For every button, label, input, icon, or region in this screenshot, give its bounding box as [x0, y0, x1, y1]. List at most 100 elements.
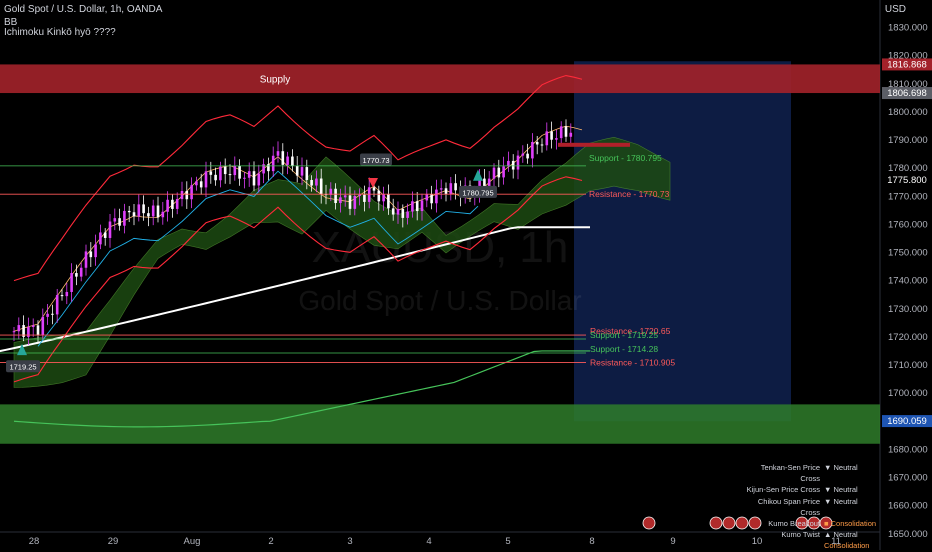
candle-body	[204, 171, 208, 188]
status-row: Kumo Twist ▲ Neutral	[740, 529, 882, 540]
y-tick-label: 1680.000	[888, 444, 928, 455]
y-tick-label: 1800.000	[888, 107, 928, 118]
candle-body	[243, 177, 246, 179]
candle-body	[271, 155, 275, 172]
candle-body	[502, 166, 505, 178]
candle-body	[315, 178, 318, 186]
candle-body	[147, 213, 150, 217]
candle-body	[343, 195, 347, 198]
price-tag-label: 1806.698	[887, 88, 927, 99]
candle-body	[123, 210, 126, 226]
status-key: Kumo Breakout	[768, 519, 820, 529]
support-level-label: Support - 1780.795	[589, 153, 662, 163]
y-tick-label: 1830.000	[888, 23, 928, 34]
candle-body	[391, 208, 395, 215]
candle-body	[46, 313, 49, 317]
y-tick-label: 1670.000	[888, 473, 928, 484]
candle-body	[103, 232, 107, 238]
candle-body	[257, 173, 261, 186]
candle-body	[497, 167, 501, 178]
candle-body	[17, 325, 21, 332]
candle-body	[276, 151, 280, 156]
x-tick-label: 5	[505, 536, 510, 547]
event-icon	[709, 516, 723, 530]
candle-body	[171, 199, 174, 209]
candle-body	[339, 197, 342, 204]
candle-body	[55, 295, 59, 315]
candle-body	[559, 126, 563, 139]
up-arrow-marker	[473, 169, 483, 181]
candle-body	[286, 156, 289, 165]
candle-body	[415, 201, 419, 212]
resistance-level-label: Resistance - 1770.73	[589, 189, 670, 199]
candle-body	[185, 191, 189, 200]
candle-body	[411, 201, 414, 212]
candle-body	[94, 244, 97, 258]
candle-body	[132, 212, 136, 217]
candle-body	[252, 171, 256, 186]
candle-body	[526, 153, 529, 159]
status-value: ▲ Neutral	[824, 530, 858, 540]
y-tick-label: 1780.000	[888, 163, 928, 174]
status-value: ▼ Neutral	[824, 496, 858, 506]
x-tick-label: 8	[589, 536, 594, 547]
candle-body	[175, 199, 179, 209]
ichimoku-indicator-label[interactable]: Ichimoku Kinkō hyō ????	[4, 27, 116, 38]
candle-body	[84, 251, 88, 268]
resistance-block	[558, 142, 630, 147]
x-tick-label: 3	[347, 536, 352, 547]
candle-body	[166, 199, 169, 212]
candle-body	[99, 232, 102, 245]
status-key: Kumo Twist	[781, 530, 820, 540]
x-tick-label: 4	[426, 536, 431, 547]
candle-body	[444, 188, 448, 195]
candle-body	[219, 166, 222, 181]
price-tag-label: 1690.059	[887, 416, 927, 427]
candle-body	[151, 205, 155, 217]
candle-body	[41, 316, 45, 336]
status-key: Kijun-Sen Price Cross	[746, 485, 820, 495]
candle-body	[439, 188, 443, 190]
candle-body	[435, 189, 438, 204]
candle-body	[51, 313, 54, 315]
ichimoku-status-table: Tenkan-Sen Price Cross ▼ Neutral Kijun-Se…	[740, 462, 882, 552]
candle-body	[65, 291, 69, 297]
status-row: Tenkan-Sen Price Cross ▼ Neutral	[740, 462, 882, 484]
candle-body	[113, 218, 117, 222]
support-level-label: Support - 1719.25	[590, 330, 658, 340]
event-icon	[722, 516, 736, 530]
currency-label: USD	[884, 4, 906, 15]
candle-body	[161, 211, 165, 218]
candle-body	[454, 183, 457, 191]
candle-body	[228, 174, 232, 176]
marker-label: 1780.795	[462, 188, 493, 197]
status-key: Tenkan-Sen Price Cross	[760, 463, 820, 484]
x-tick-label: 28	[29, 536, 40, 547]
marker-label: 1770.73	[362, 156, 389, 165]
candle-body	[60, 295, 64, 297]
candle-body	[511, 160, 515, 170]
candle-body	[535, 141, 539, 145]
supply-zone-label: Supply	[260, 75, 291, 86]
status-row: Chikou Span Price Cross ▼ Neutral	[740, 496, 882, 518]
support-level-label: Support - 1714.28	[590, 344, 658, 354]
y-tick-label: 1710.000	[888, 360, 928, 371]
candle-body	[487, 178, 491, 187]
y-tick-label: 1720.000	[888, 332, 928, 343]
candle-body	[281, 151, 285, 165]
candle-body	[142, 204, 145, 214]
resistance-level-label: Resistance - 1710.905	[590, 357, 675, 367]
candle-body	[387, 193, 390, 209]
status-key: Chikou Span Price Cross	[757, 496, 820, 517]
x-tick-label: 29	[108, 536, 119, 547]
marker-label: 1719.25	[9, 363, 36, 372]
candle-body	[406, 211, 409, 218]
candle-body	[31, 325, 35, 327]
candle-body	[334, 188, 337, 204]
candle-body	[555, 138, 558, 140]
candle-body	[209, 171, 213, 175]
candle-body	[367, 187, 371, 202]
candle-body	[521, 153, 525, 156]
candle-body	[214, 174, 217, 181]
demand-zone	[0, 404, 880, 444]
